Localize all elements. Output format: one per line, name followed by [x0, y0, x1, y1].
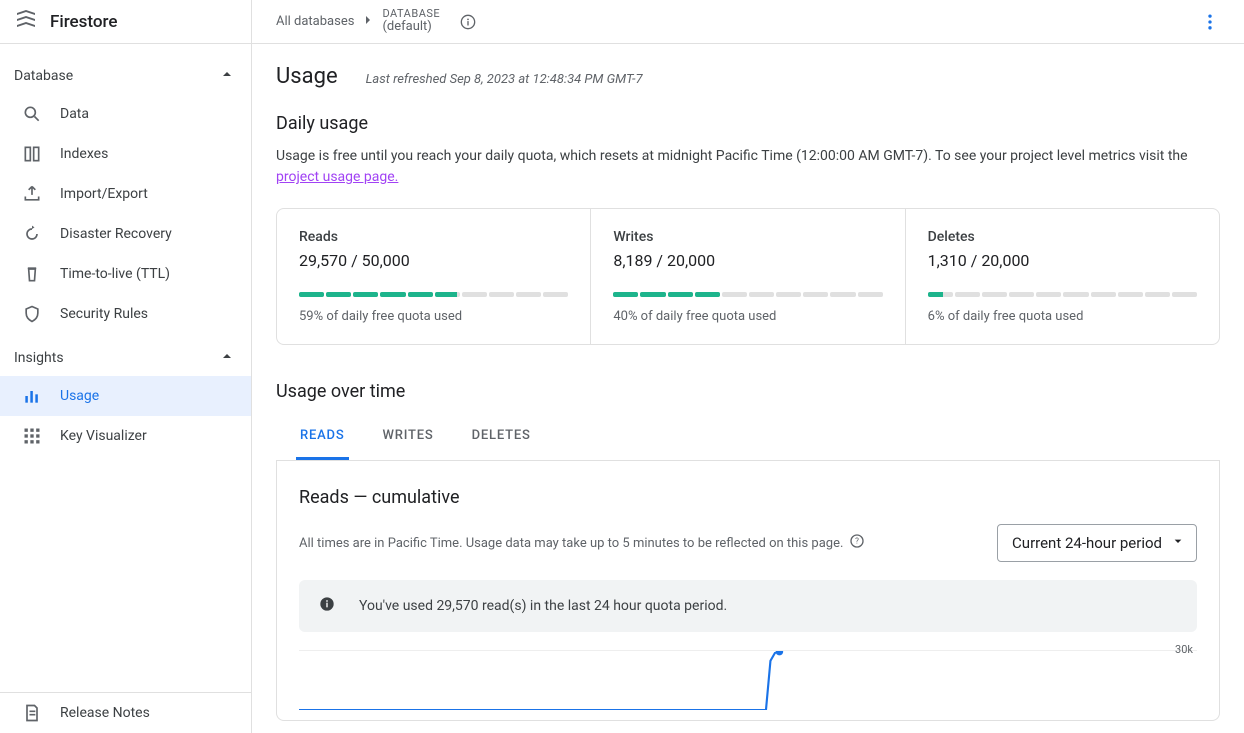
daily-usage-card: Reads 29,570 / 50,000 59% of daily free qu…: [276, 208, 1220, 345]
metric-title: Writes: [613, 229, 882, 245]
sidebar-item-release-notes[interactable]: Release Notes: [0, 693, 251, 733]
sidebar-item-label: Usage: [60, 388, 99, 404]
metric-title: Reads: [299, 229, 568, 245]
sidebar-item-label: Disaster Recovery: [60, 226, 172, 242]
chart-title: Reads — cumulative: [299, 487, 1197, 508]
sidebar-section-database[interactable]: Database: [0, 52, 251, 94]
sidebar-section-database-label: Database: [14, 68, 73, 84]
sidebar-item-label: Indexes: [60, 146, 108, 162]
quota-bar: [928, 292, 1197, 297]
tab-reads[interactable]: READS: [296, 414, 349, 460]
firestore-logo-icon: [14, 8, 38, 36]
metric-value: 1,310 / 20,000: [928, 251, 1197, 270]
daily-usage-description: Usage is free until you reach your daily…: [276, 146, 1220, 188]
metric-footer: 59% of daily free quota used: [299, 309, 568, 324]
breadcrumb: All databases DATABASE (default): [276, 6, 484, 38]
import-export-icon: [22, 184, 42, 204]
sidebar-item-label: Import/Export: [60, 186, 148, 202]
key-visualizer-icon: [22, 426, 42, 446]
more-vert-icon[interactable]: [1194, 6, 1226, 38]
usage-tabs: READS WRITES DELETES: [276, 414, 1220, 461]
sidebar-item-usage[interactable]: Usage: [0, 376, 251, 416]
info-filled-icon: [319, 596, 335, 616]
sidebar-item-import-export[interactable]: Import/Export: [0, 174, 251, 214]
quota-banner-text: You've used 29,570 read(s) in the last 2…: [359, 598, 727, 614]
sidebar-item-data[interactable]: Data: [0, 94, 251, 134]
sidebar-item-key-visualizer[interactable]: Key Visualizer: [0, 416, 251, 456]
metric-footer: 6% of daily free quota used: [928, 309, 1197, 324]
sidebar-item-time-to-live-ttl-[interactable]: Time-to-live (TTL): [0, 254, 251, 294]
daily-usage-description-text: Usage is free until you reach your daily…: [276, 148, 1188, 164]
metric-footer: 40% of daily free quota used: [613, 309, 882, 324]
database-name: (default): [382, 20, 440, 35]
tab-writes[interactable]: WRITES: [379, 414, 438, 460]
chevron-up-icon: [219, 348, 235, 368]
dropdown-arrow-icon: [1170, 533, 1186, 553]
metric-reads: Reads 29,570 / 50,000 59% of daily free qu…: [277, 209, 590, 344]
sidebar-section-insights-label: Insights: [14, 350, 64, 366]
quota-bar: [299, 292, 568, 297]
sidebar-item-security-rules[interactable]: Security Rules: [0, 294, 251, 334]
chart-panel: Reads — cumulative All times are in Paci…: [276, 461, 1220, 721]
sidebar-item-label: Time-to-live (TTL): [60, 266, 170, 282]
breadcrumb-all-databases[interactable]: All databases: [276, 14, 354, 29]
tab-deletes[interactable]: DELETES: [468, 414, 535, 460]
period-dropdown-label: Current 24-hour period: [1012, 534, 1162, 552]
page-title: Usage: [276, 64, 338, 89]
daily-usage-heading: Daily usage: [276, 113, 1220, 134]
quota-bar: [613, 292, 882, 297]
release-notes-icon: [22, 703, 42, 723]
info-icon[interactable]: [452, 6, 484, 38]
chart-hint-text: All times are in Pacific Time. Usage dat…: [299, 536, 843, 551]
project-usage-page-link[interactable]: project usage page.: [276, 169, 398, 185]
chevron-up-icon: [219, 66, 235, 86]
svg-text:?: ?: [856, 537, 860, 546]
period-dropdown[interactable]: Current 24-hour period: [997, 524, 1197, 562]
usage-icon: [22, 386, 42, 406]
sidebar-item-label: Release Notes: [60, 705, 150, 721]
metric-deletes: Deletes 1,310 / 20,000 6% of daily free qu…: [905, 209, 1219, 344]
sidebar-item-indexes[interactable]: Indexes: [0, 134, 251, 174]
reads-chart: 30k: [299, 650, 1197, 710]
sidebar-item-disaster-recovery[interactable]: Disaster Recovery: [0, 214, 251, 254]
ttl-icon: [22, 264, 42, 284]
help-icon[interactable]: ?: [849, 533, 865, 553]
metric-value: 8,189 / 20,000: [613, 251, 882, 270]
indexes-icon: [22, 144, 42, 164]
sidebar-item-label: Key Visualizer: [60, 428, 147, 444]
sidebar-section-insights[interactable]: Insights: [0, 334, 251, 376]
sidebar-item-label: Security Rules: [60, 306, 148, 322]
usage-over-time-heading: Usage over time: [276, 381, 1220, 402]
security-icon: [22, 304, 42, 324]
search-icon: [22, 104, 42, 124]
disaster-recovery-icon: [22, 224, 42, 244]
metric-value: 29,570 / 50,000: [299, 251, 568, 270]
last-refreshed: Last refreshed Sep 8, 2023 at 12:48:34 P…: [366, 72, 643, 87]
chevron-right-icon: [360, 12, 376, 32]
metric-title: Deletes: [928, 229, 1197, 245]
metric-writes: Writes 8,189 / 20,000 40% of daily free qu…: [590, 209, 904, 344]
quota-banner: You've used 29,570 read(s) in the last 2…: [299, 580, 1197, 632]
product-title: Firestore: [50, 12, 117, 32]
sidebar-item-label: Data: [60, 106, 89, 122]
